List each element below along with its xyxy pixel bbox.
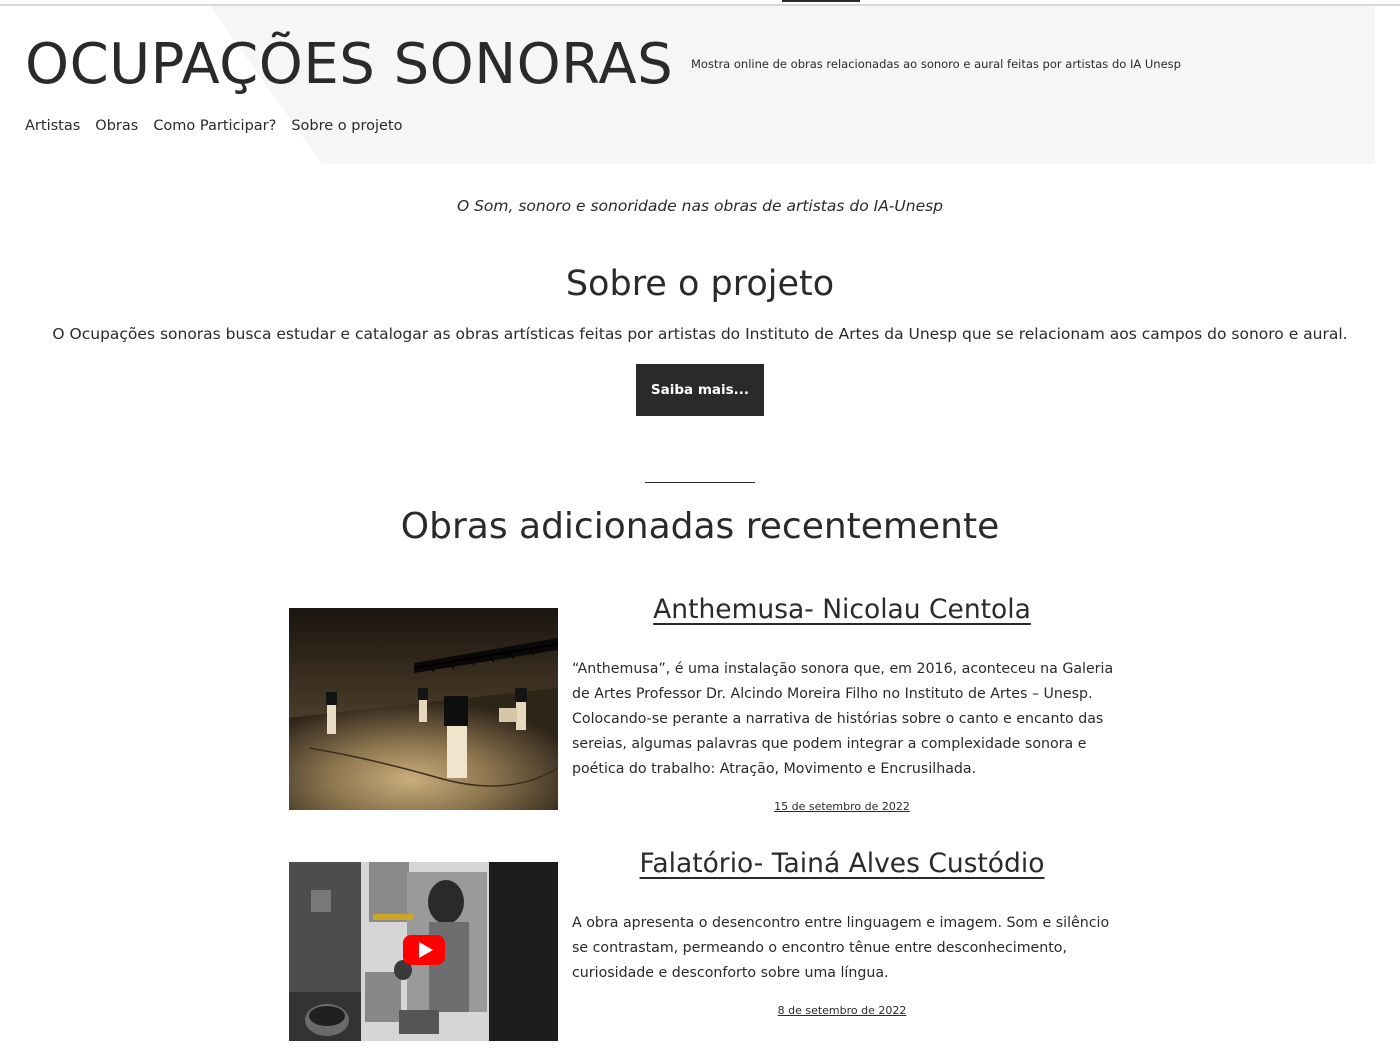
about-heading: Sobre o projeto (565, 264, 835, 304)
gallery-installation-image (289, 608, 558, 810)
section-divider (645, 482, 755, 483)
nav-item-obras[interactable]: Obras (95, 118, 138, 134)
recent-works-heading: Obras adicionadas recentemente (400, 506, 1000, 547)
post-date-link[interactable]: 8 de setembro de 2022 (572, 1004, 1112, 1017)
nav-item-sobre-o-projeto[interactable]: Sobre o projeto (291, 118, 402, 134)
post-excerpt: “Anthemusa”, é uma instalação sonora que… (572, 661, 1114, 777)
site-description: Mostra online de obras relacionadas ao s… (691, 57, 1181, 71)
nav-item-como-participar[interactable]: Como Participar? (153, 118, 276, 134)
nav-item-artistas[interactable]: Artistas (25, 118, 80, 134)
site-title[interactable]: OCUPAÇÕES SONORAS (25, 32, 673, 97)
video-thumbnail[interactable] (289, 862, 558, 1041)
saiba-mais-button[interactable]: Saiba mais... (636, 364, 764, 416)
about-text: O Ocupações sonoras busca estudar e cata… (52, 325, 1348, 343)
site-header: OCUPAÇÕES SONORAS Mostra online de obras… (0, 6, 1375, 164)
site-tagline: O Som, sonoro e sonoridade nas obras de … (456, 197, 944, 215)
video-collage-image (289, 862, 558, 1041)
post-title-link[interactable]: Anthemusa- Nicolau Centola (572, 594, 1112, 625)
main-nav: Artistas Obras Como Participar? Sobre o … (25, 118, 403, 134)
post-date-link[interactable]: 15 de setembro de 2022 (572, 800, 1112, 813)
post-title-link[interactable]: Falatório- Tainá Alves Custódio (572, 848, 1112, 879)
top-border-accent (782, 0, 860, 2)
post-thumbnail[interactable] (289, 608, 558, 810)
post-excerpt: A obra apresenta o desencontro entre lin… (572, 915, 1110, 981)
